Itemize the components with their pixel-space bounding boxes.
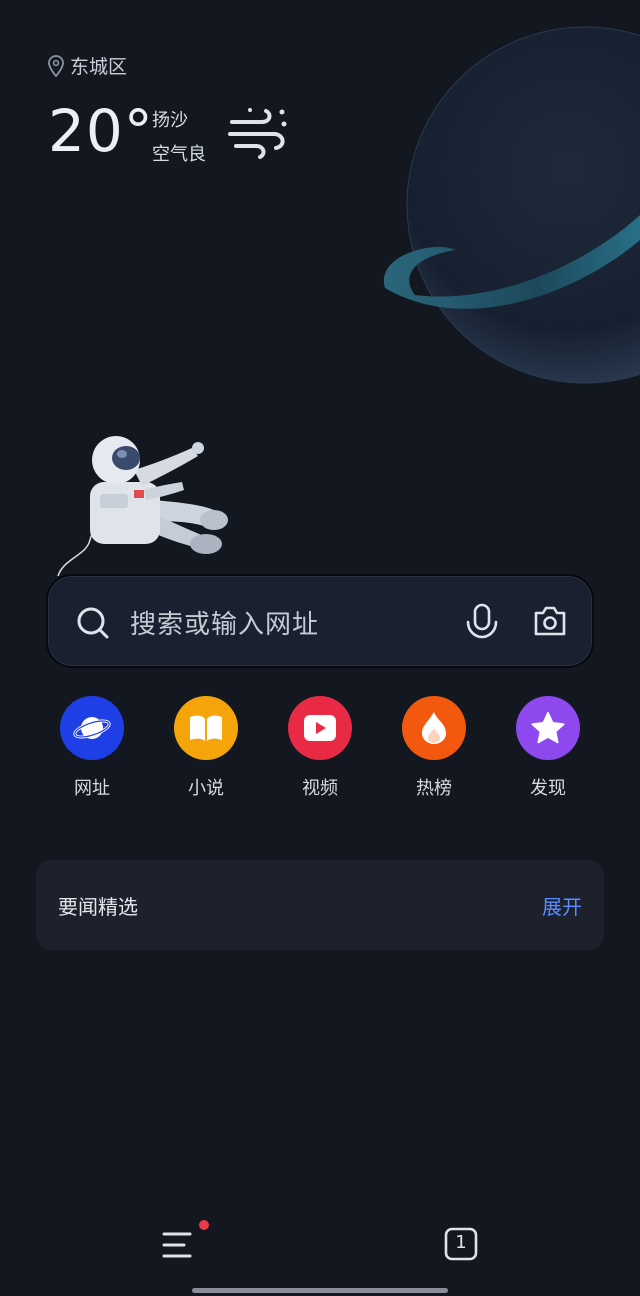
shortcut-label: 热榜 bbox=[416, 778, 452, 799]
air-quality: 空气良 bbox=[152, 144, 206, 165]
camera-icon[interactable] bbox=[532, 604, 568, 638]
location-pin-icon bbox=[48, 54, 64, 77]
shortcut-grid: 网址 小说 视频 热榜 发现 bbox=[36, 696, 604, 800]
flame-icon bbox=[402, 696, 466, 760]
location-label: 东城区 bbox=[70, 56, 128, 78]
weather-condition: 扬沙 bbox=[152, 110, 188, 131]
expand-button[interactable]: 展开 bbox=[542, 891, 582, 920]
microphone-icon[interactable] bbox=[464, 602, 500, 642]
news-card: 要闻精选 展开 bbox=[36, 860, 604, 950]
search-input[interactable]: 搜索或输入网址 bbox=[130, 604, 319, 641]
news-title: 要闻精选 bbox=[58, 894, 138, 919]
home-indicator bbox=[192, 1288, 448, 1293]
planet-icon bbox=[60, 696, 124, 760]
search-bar[interactable]: 搜索或输入网址 bbox=[46, 574, 594, 668]
shortcut-label: 网址 bbox=[74, 778, 110, 799]
notification-badge bbox=[199, 1220, 209, 1230]
shortcut-label: 小说 bbox=[188, 778, 224, 799]
search-icon bbox=[77, 607, 109, 639]
shortcut-trending[interactable]: 热榜 bbox=[378, 696, 490, 800]
shortcut-novels[interactable]: 小说 bbox=[150, 696, 262, 800]
star-icon bbox=[516, 696, 580, 760]
planet-illustration bbox=[383, 26, 640, 384]
astronaut-illustration bbox=[57, 436, 228, 577]
shortcut-label: 发现 bbox=[530, 778, 566, 799]
location[interactable]: 东城区 bbox=[48, 52, 127, 79]
shortcut-discover[interactable]: 发现 bbox=[492, 696, 604, 800]
shortcut-videos[interactable]: 视频 bbox=[264, 696, 376, 800]
weather-description[interactable]: 扬沙 空气良 bbox=[152, 106, 206, 166]
tab-count: 1 bbox=[455, 1232, 467, 1253]
book-icon bbox=[174, 696, 238, 760]
menu-icon[interactable] bbox=[160, 1220, 212, 1264]
temperature[interactable]: 20° bbox=[48, 102, 154, 160]
wind-sand-icon bbox=[228, 108, 287, 159]
play-icon bbox=[288, 696, 352, 760]
shortcut-label: 视频 bbox=[302, 778, 338, 799]
shortcut-websites[interactable]: 网址 bbox=[36, 696, 148, 800]
